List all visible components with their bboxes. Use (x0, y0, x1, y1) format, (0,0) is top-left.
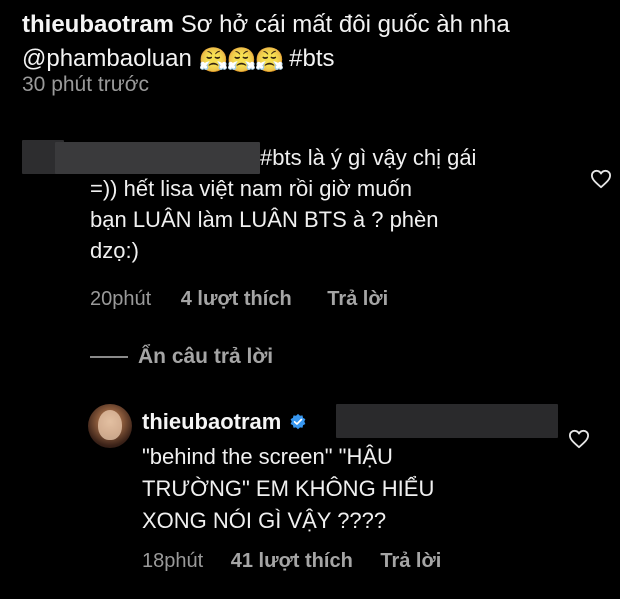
caption-text: Sơ hở cái mất đôi guốc àh nha (180, 11, 510, 38)
post-caption: thieubaotram Sơ hở cái mất đôi guốc àh n… (22, 8, 582, 76)
reply-item: "behind the screen" "HẬU TRƯỜNG" EM KHÔN… (142, 441, 542, 537)
reply-reply-button[interactable]: Trả lời (380, 550, 441, 573)
comment-reply-button[interactable]: Trả lời (327, 288, 388, 311)
heart-outline-icon[interactable] (568, 429, 590, 449)
heart-outline-icon[interactable] (590, 169, 612, 189)
emoji-1: 😤 (198, 47, 229, 74)
hide-replies-label: Ẩn câu trả lời (138, 345, 274, 368)
comment-text: #bts là ý gì vậy chị gái =)) hết lisa vi… (90, 145, 477, 263)
reply-meta: 18phút 41 lượt thích Trả lời (142, 550, 441, 573)
reply-username[interactable]: thieubaotram (142, 409, 281, 435)
divider-line (90, 356, 128, 358)
caption-mention[interactable]: @phambaoluan (22, 45, 192, 72)
hide-replies-button[interactable]: Ẩn câu trả lời (90, 345, 273, 369)
reply-likes[interactable]: 41 lượt thích (231, 550, 353, 573)
reply-text: "behind the screen" "HẬU TRƯỜNG" EM KHÔN… (142, 444, 435, 533)
comment-time: 20phút (90, 288, 152, 310)
comment-meta: 20phút 4 lượt thích Trả lời (90, 288, 388, 311)
caption-hashtag[interactable]: #bts (289, 45, 334, 72)
emoji-3: 😤 (254, 47, 285, 74)
reply-username-row: thieubaotram (142, 409, 307, 435)
post-timestamp: 30 phút trước (22, 73, 150, 96)
comment-likes[interactable]: 4 lượt thích (181, 288, 292, 311)
avatar[interactable] (88, 404, 132, 448)
post-username[interactable]: thieubaotram (22, 11, 174, 38)
redacted-mention (336, 404, 558, 438)
emoji-2: 😤 (226, 47, 257, 74)
reply-time: 18phút (142, 550, 204, 572)
verified-badge-icon (290, 413, 306, 430)
comment-item: #bts là ý gì vậy chị gái =)) hết lisa vi… (90, 142, 560, 266)
